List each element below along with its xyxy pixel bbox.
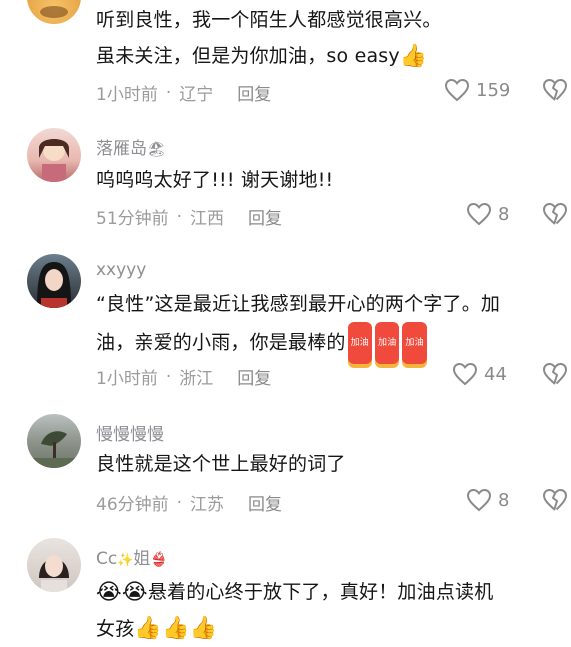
like-count: 8 xyxy=(498,489,510,511)
beach-emoji: 🏖 xyxy=(147,140,167,158)
avatar[interactable] xyxy=(27,128,81,182)
sticker-label: 加油 xyxy=(402,322,427,364)
comment-meta: 46分钟前 · 江苏 回复 xyxy=(96,490,282,516)
username[interactable]: xxyyy xyxy=(96,260,146,280)
avatar[interactable] xyxy=(27,414,81,468)
bikini-emoji: 👙 xyxy=(150,552,168,568)
comment-text: 良性就是这个世上最好的词了 xyxy=(96,453,346,475)
crying-emoji: 😭 xyxy=(121,579,148,605)
thumbs-up-emoji: 👍 xyxy=(399,43,428,69)
avatar[interactable] xyxy=(27,538,81,592)
comment-location: 浙江 xyxy=(179,369,214,389)
separator: · xyxy=(176,206,183,227)
comment-text: 呜呜呜太好了!!! 谢天谢地!! xyxy=(96,169,334,191)
comment-text: “良性”这是最近让我感到最开心的两个字了。加 油，亲爱的小雨，你是最棒的 加油 加油… xyxy=(96,286,566,364)
comment-location: 江苏 xyxy=(190,495,225,515)
separator: · xyxy=(165,82,172,103)
sparkle-emoji: ✨ xyxy=(117,553,134,568)
comment-time: 1小时前 xyxy=(96,85,158,105)
avatar[interactable] xyxy=(27,254,81,308)
broken-heart-icon xyxy=(543,202,568,225)
dislike-button[interactable] xyxy=(542,78,568,106)
separator: · xyxy=(176,492,183,513)
dislike-button[interactable] xyxy=(542,362,568,390)
broken-heart-icon xyxy=(543,488,568,511)
like-count: 44 xyxy=(484,363,507,385)
like-count: 8 xyxy=(498,203,510,225)
dislike-button[interactable] xyxy=(542,488,568,516)
reply-button[interactable]: 回复 xyxy=(237,364,271,389)
username[interactable]: 慢慢慢慢 xyxy=(96,420,164,445)
reply-button[interactable]: 回复 xyxy=(248,204,282,229)
comment-text: 听到良性，我一个陌生人都感觉很高兴。 虽未关注，但是为你加油，so easy👍 xyxy=(96,2,566,75)
comment-time: 51分钟前 xyxy=(96,209,169,229)
comment-text: 😭😭悬着的心终于放下了，真好！加油点读机 女孩👍👍👍 xyxy=(96,574,566,647)
comment-location: 江西 xyxy=(190,209,225,229)
heart-outline-icon xyxy=(444,78,470,102)
comment-time: 1小时前 xyxy=(96,369,158,389)
thumbs-up-emoji: 👍 xyxy=(162,616,190,641)
comment-meta: 1小时前 · 辽宁 回复 xyxy=(96,80,271,106)
like-button[interactable]: 8 xyxy=(466,488,509,512)
like-button[interactable]: 44 xyxy=(452,362,507,386)
sticker-label: 加油 xyxy=(375,322,400,364)
avatar[interactable] xyxy=(27,0,81,24)
username[interactable]: Cc✨姐👙 xyxy=(96,544,168,569)
heart-outline-icon xyxy=(452,362,478,386)
thumbs-up-emoji: 👍 xyxy=(189,616,218,641)
like-button[interactable]: 159 xyxy=(444,78,510,102)
separator: · xyxy=(165,366,172,387)
crying-emoji: 😭 xyxy=(96,579,122,605)
cheer-sticker: 加油 加油 加油 xyxy=(347,322,427,364)
reply-button[interactable]: 回复 xyxy=(237,80,271,105)
sticker-label: 加油 xyxy=(347,322,373,364)
heart-outline-icon xyxy=(466,488,492,512)
comment-location: 辽宁 xyxy=(179,85,214,105)
comment-meta: 1小时前 · 浙江 回复 xyxy=(96,364,271,390)
heart-outline-icon xyxy=(466,202,492,226)
dislike-button[interactable] xyxy=(542,202,568,230)
username[interactable]: 落雁岛🏖 xyxy=(96,134,166,159)
reply-button[interactable]: 回复 xyxy=(248,490,282,515)
broken-heart-icon xyxy=(543,362,568,385)
comment-time: 46分钟前 xyxy=(96,495,169,515)
thumbs-up-emoji: 👍 xyxy=(134,616,162,641)
comment-meta: 51分钟前 · 江西 回复 xyxy=(96,204,282,230)
like-button[interactable]: 8 xyxy=(466,202,509,226)
broken-heart-icon xyxy=(543,78,568,101)
like-count: 159 xyxy=(476,79,511,101)
